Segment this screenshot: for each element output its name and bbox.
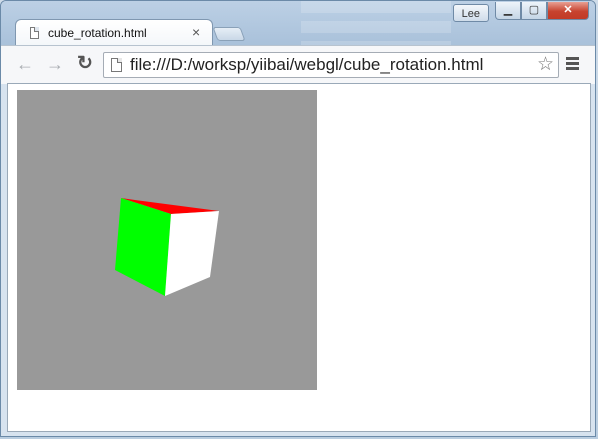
maximize-button[interactable]: ▢ — [521, 2, 547, 20]
hamburger-menu-icon[interactable] — [565, 55, 581, 75]
arrow-right-icon[interactable]: → — [43, 52, 67, 76]
toolbar: ← → ↻ ☆ — [1, 45, 595, 84]
browser-window: cube_rotation.html × Lee ▁ ▢ ✕ ← → ↻ ☆ — [0, 0, 596, 437]
star-icon[interactable]: ☆ — [537, 54, 554, 76]
cube-render — [115, 198, 219, 296]
webgl-canvas[interactable] — [17, 90, 317, 390]
tab-cube-rotation[interactable]: cube_rotation.html × — [15, 19, 213, 45]
page-icon — [30, 27, 39, 39]
arrow-left-icon[interactable]: ← — [13, 52, 37, 76]
minimize-button[interactable]: ▁ — [495, 2, 521, 20]
cube-front-face — [165, 211, 219, 296]
user-profile-button[interactable]: Lee — [452, 4, 489, 22]
close-window-button[interactable]: ✕ — [547, 2, 589, 20]
page-content — [7, 83, 591, 432]
new-tab-button[interactable] — [212, 27, 246, 41]
cube-left-face — [115, 198, 171, 296]
reload-icon[interactable]: ↻ — [73, 52, 97, 76]
url-input[interactable] — [130, 53, 530, 77]
tab-title: cube_rotation.html — [48, 26, 147, 40]
window-controls: Lee ▁ ▢ ✕ — [452, 2, 589, 22]
tab-close-icon[interactable]: × — [192, 24, 200, 40]
address-bar[interactable]: ☆ — [103, 52, 559, 78]
page-icon — [111, 58, 122, 72]
